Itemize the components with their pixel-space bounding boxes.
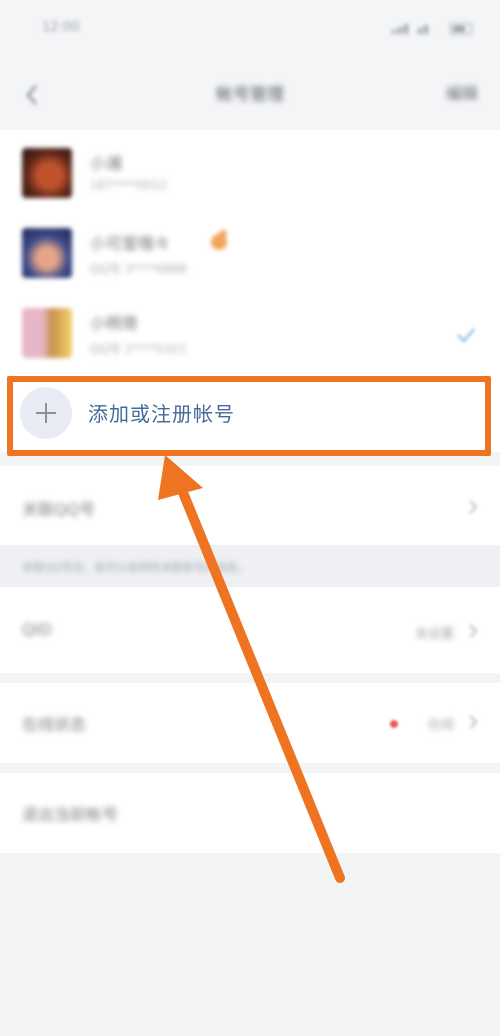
account-item[interactable]: 小可爱哦々 QQ号 3****6888 [0, 212, 500, 292]
status-time: 12:00 [42, 20, 80, 35]
qid-label: QID [22, 620, 52, 639]
wifi-icon [424, 25, 428, 34]
qid-row[interactable]: QID 未设置 [0, 587, 500, 673]
account-item[interactable]: 小湘 187****0012 [0, 130, 500, 210]
edit-button[interactable]: 编辑 [446, 80, 478, 104]
account-name: 小湘 [90, 154, 123, 173]
account-item[interactable]: 小明哥 QQ号 2****5321 [0, 292, 500, 372]
online-status-row[interactable]: 在线状态 在线 [0, 683, 500, 763]
avatar [22, 228, 72, 278]
chevron-right-icon [469, 715, 478, 729]
online-status-value: 在线 [427, 718, 454, 733]
related-accounts-label: 关联QQ号 [22, 500, 96, 519]
page-title: 帐号管理 [216, 85, 284, 105]
avatar [22, 308, 72, 358]
navigation-bar: 帐号管理 编辑 [0, 60, 500, 130]
note-text: 关联QQ号后，就可以收到所关联账号的消息。 [22, 561, 249, 574]
signal-icon [398, 27, 402, 34]
account-subtitle: QQ号 3****6888 [90, 262, 187, 276]
account-subtitle: QQ号 2****5321 [90, 342, 187, 356]
account-management-screen: 12:00 帐号管理 编辑 小湘 187****0012 小可爱哦々 QQ号 3… [0, 0, 500, 1036]
logout-label: 退出当前帐号 [22, 805, 119, 824]
qid-value: 未设置 [414, 627, 454, 642]
add-account-label: 添加或注册帐号 [88, 402, 235, 426]
logout-row[interactable]: 退出当前帐号 [0, 773, 500, 853]
status-dot-icon [390, 720, 398, 728]
checkmark-icon [457, 328, 475, 343]
chevron-right-icon [469, 624, 478, 638]
online-status-label: 在线状态 [22, 715, 87, 734]
add-icon [20, 387, 72, 439]
signal-icon [404, 24, 408, 34]
avatar [22, 148, 72, 198]
add-account-row[interactable]: 添加或注册帐号 [0, 372, 500, 452]
status-icons [392, 22, 472, 35]
signal-icon [392, 30, 396, 34]
wifi-icon [418, 28, 422, 34]
related-accounts-row[interactable]: 关联QQ号 [0, 466, 500, 545]
battery-icon [450, 23, 472, 35]
status-bar: 12:00 [0, 0, 500, 60]
account-name: 小明哥 [90, 314, 139, 333]
account-subtitle: 187****0012 [90, 178, 168, 192]
account-name: 小可爱哦々 [90, 234, 171, 253]
chevron-right-icon [469, 500, 478, 514]
flexed-arm-emoji-icon [211, 230, 227, 250]
note-section: 关联QQ号后，就可以收到所关联账号的消息。 [0, 545, 500, 587]
